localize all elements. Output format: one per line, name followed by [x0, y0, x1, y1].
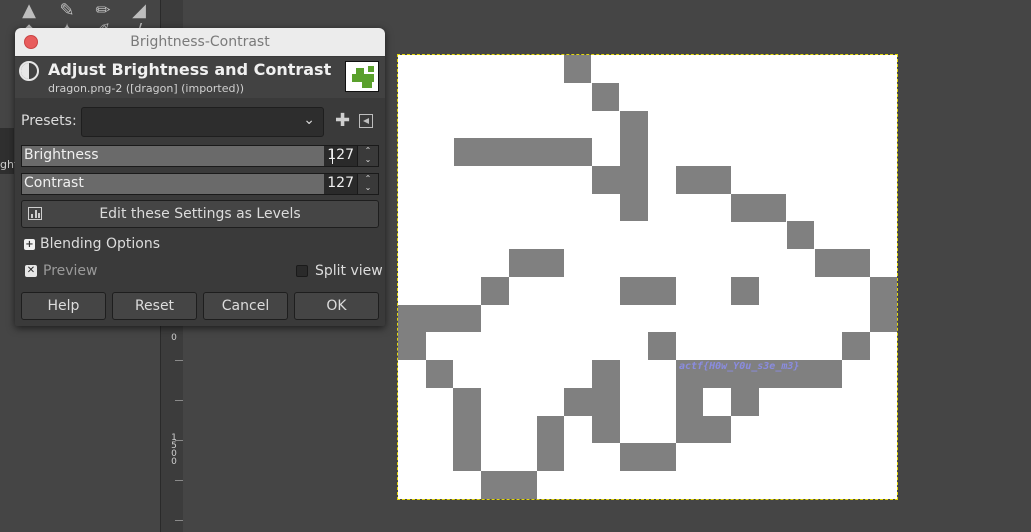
paths-tool-icon[interactable]: ✎	[56, 0, 78, 22]
contrast-spin-scale[interactable]: Contrast 127 ⌃ ⌄	[21, 173, 379, 195]
dialog-header: Adjust Brightness and Contrast dragon.pn…	[15, 57, 385, 98]
presets-label: Presets:	[21, 113, 77, 129]
dialog-header-subtitle: dragon.png-2 ([dragon] (imported))	[48, 82, 245, 95]
help-button[interactable]: Help	[21, 292, 106, 320]
canvas-hidden-text: actf{H0w_Y0u_s3e_m3}	[679, 361, 800, 372]
tool-options-strip: ght	[0, 128, 18, 174]
contrast-value[interactable]: 127	[327, 175, 354, 191]
edit-as-levels-label: Edit these Settings as Levels	[99, 206, 301, 222]
add-preset-icon[interactable]: ✚	[335, 111, 350, 131]
move-tool-icon[interactable]: ▲	[18, 0, 40, 22]
blending-options-label[interactable]: Blending Options	[40, 236, 160, 252]
brightness-contrast-icon	[19, 61, 39, 81]
preview-label: Preview	[43, 263, 98, 279]
preview-checkbox[interactable]: ✕	[25, 265, 37, 277]
levels-icon	[28, 207, 42, 220]
chevron-down-icon: ⌄	[303, 112, 315, 128]
contrast-label: Contrast	[24, 175, 84, 191]
split-view-label: Split view	[315, 263, 383, 279]
ok-button[interactable]: OK	[294, 292, 379, 320]
split-view-checkbox[interactable]	[296, 265, 308, 277]
cancel-button[interactable]: Cancel	[203, 292, 288, 320]
presets-dropdown[interactable]: ⌄	[81, 107, 324, 137]
brightness-spin-scale[interactable]: Brightness 127 ⌃ ⌄	[21, 145, 379, 167]
dialog-window-title: Brightness-Contrast	[130, 34, 270, 50]
image-canvas[interactable]: actf{H0w_Y0u_s3e_m3}	[397, 54, 898, 500]
eraser-tool-icon[interactable]: ◢	[128, 0, 150, 22]
edit-as-levels-button[interactable]: Edit these Settings as Levels	[21, 200, 379, 228]
image-thumbnail	[345, 61, 379, 92]
contrast-stepper[interactable]: ⌃ ⌄	[357, 174, 378, 194]
dialog-header-title: Adjust Brightness and Contrast	[48, 60, 332, 79]
ruler-number: 0	[171, 333, 177, 343]
dialog-titlebar[interactable]: Brightness-Contrast	[15, 28, 385, 56]
brightness-value[interactable]: 127	[327, 147, 354, 163]
brightness-contrast-dialog: Brightness-Contrast Adjust Brightness an…	[15, 28, 385, 326]
ruler-number: 0	[171, 457, 177, 467]
reset-button[interactable]: Reset	[112, 292, 197, 320]
expander-plus-icon[interactable]: +	[24, 239, 35, 250]
presets-menu-icon[interactable]	[359, 114, 373, 128]
paint-tool-icon[interactable]: ✏	[92, 0, 114, 22]
brightness-stepper[interactable]: ⌃ ⌄	[357, 146, 378, 166]
brightness-label: Brightness	[24, 147, 99, 163]
